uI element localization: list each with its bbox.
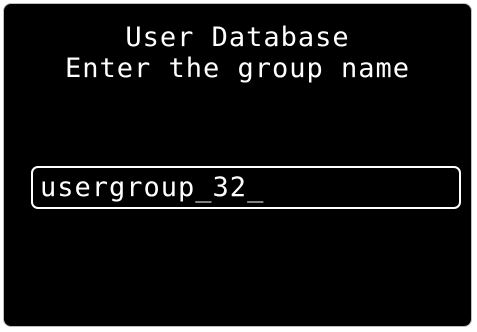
group-name-value: usergroup_32_ <box>40 172 265 203</box>
group-name-input[interactable]: usergroup_32_ <box>31 166 461 209</box>
screen-prompt: Enter the group name <box>64 53 411 84</box>
lcd-screen: User Database Enter the group name userg… <box>3 3 472 327</box>
screen-title: User Database <box>125 22 350 53</box>
